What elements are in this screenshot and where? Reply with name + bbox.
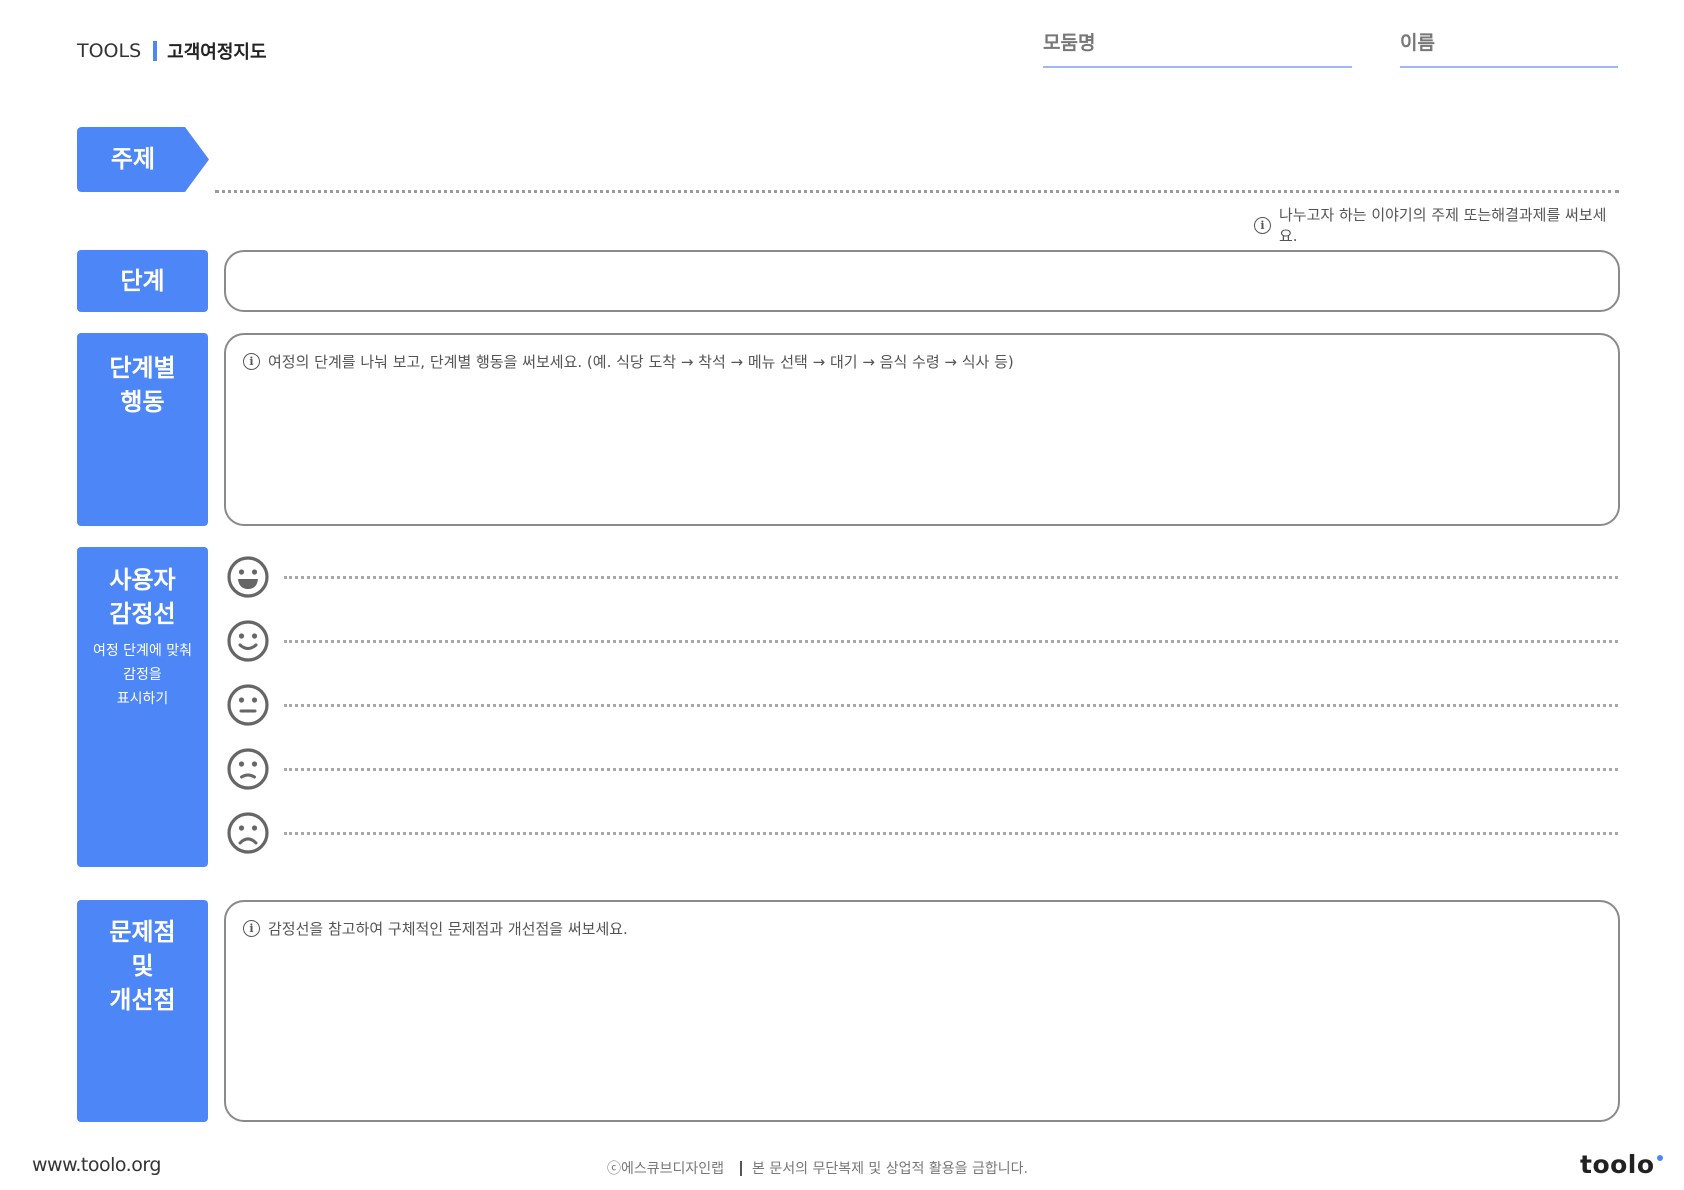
footer-divider [740, 1160, 743, 1176]
emotion-dotted-line [284, 639, 1618, 643]
info-icon: i [243, 920, 260, 937]
footer-website[interactable]: www.toolo.org [32, 1154, 161, 1176]
emotion-sublabel: 여정 단계에 맞춰 감정을 표시하기 [93, 639, 192, 711]
happy-face-icon [227, 620, 269, 662]
name-field[interactable]: 이름 [1400, 28, 1618, 68]
emotion-label-line-2: 감정선 [109, 600, 176, 628]
problems-hint-text: 감정선을 참고하여 구체적인 문제점과 개선점을 써보세요. [268, 920, 628, 938]
emotion-row-happy[interactable] [226, 619, 1618, 663]
topic-hint: i 나누고자 하는 이야기의 주제 또는해결과제를 써보세요. [1254, 204, 1620, 246]
problems-input-box[interactable]: i 감정선을 참고하여 구체적인 문제점과 개선점을 써보세요. [224, 900, 1620, 1122]
unhappy-face-icon [227, 748, 269, 790]
problems-label-line-1: 문제점 [109, 918, 176, 946]
brand-divider [153, 41, 158, 61]
module-name-label: 모둠명 [1043, 32, 1096, 54]
module-name-field[interactable]: 모둠명 [1043, 28, 1352, 68]
actions-hint-text: 여정의 단계를 나눠 보고, 단계별 행동을 써보세요. (예. 식당 도착 →… [268, 353, 1014, 371]
header-brand: TOOLS 고객여정지도 [77, 38, 267, 64]
info-icon: i [1254, 216, 1271, 234]
actions-label-line-1: 단계별 [109, 354, 176, 382]
logo-dot [1656, 1155, 1663, 1161]
problems-label-line-3: 개선점 [109, 986, 176, 1014]
name-label: 이름 [1400, 32, 1435, 54]
emotion-row-neutral[interactable] [226, 683, 1618, 727]
copyright-symbol: ⓒ [607, 1161, 621, 1177]
sad-face-icon [227, 812, 269, 854]
emotion-sublabel-line-2: 감정을 [123, 667, 162, 683]
emotion-label-line-1: 사용자 [109, 566, 176, 594]
info-icon: i [243, 353, 260, 370]
stage-input-box[interactable] [224, 250, 1620, 312]
actions-hint: i 여정의 단계를 나눠 보고, 단계별 행동을 써보세요. (예. 식당 도착… [243, 351, 1014, 372]
actions-label-box: 단계별 행동 [77, 333, 208, 526]
emotion-dotted-line [284, 703, 1618, 707]
topic-hint-text: 나누고자 하는 이야기의 주제 또는해결과제를 써보세요. [1279, 206, 1607, 245]
stage-label: 단계 [120, 267, 165, 295]
emotion-row-unhappy[interactable] [226, 747, 1618, 791]
toolo-logo-text: toolo [1580, 1150, 1655, 1179]
emotion-sublabel-line-1: 여정 단계에 맞춰 [92, 643, 193, 659]
actions-label-line-2: 행동 [120, 388, 165, 416]
neutral-face-icon [227, 684, 269, 726]
emotion-dotted-line [284, 575, 1618, 579]
footer-copyright: ⓒ 에스큐브디자인랩 본 문서의 무단복제 및 상업적 활용을 금합니다. [607, 1158, 1028, 1178]
emotion-sublabel-line-3: 표시하기 [116, 691, 169, 707]
emotion-label-box: 사용자 감정선 여정 단계에 맞춰 감정을 표시하기 [77, 547, 208, 867]
emotion-row-sad[interactable] [226, 811, 1618, 855]
topic-label: 주제 [110, 145, 156, 173]
page-title: 고객여정지도 [167, 42, 267, 63]
stage-label-box: 단계 [77, 250, 208, 312]
topic-dotted-line[interactable] [215, 190, 1619, 193]
emotion-row-very-happy[interactable] [226, 555, 1618, 599]
problems-hint: i 감정선을 참고하여 구체적인 문제점과 개선점을 써보세요. [243, 918, 628, 939]
brand-text: TOOLS [77, 40, 142, 62]
toolo-logo: toolo [1580, 1150, 1663, 1179]
copyright-text: 에스큐브디자인랩 [621, 1161, 725, 1177]
very-happy-face-icon [227, 556, 269, 598]
footer-notice: 본 문서의 무단복제 및 상업적 활용을 금합니다. [752, 1161, 1028, 1177]
emotion-dotted-line [284, 767, 1618, 771]
problems-label-box: 문제점 및 개선점 [77, 900, 208, 1122]
emotion-dotted-line [284, 831, 1618, 835]
problems-label-line-2: 및 [131, 952, 154, 980]
actions-input-box[interactable]: i 여정의 단계를 나눠 보고, 단계별 행동을 써보세요. (예. 식당 도착… [224, 333, 1620, 526]
